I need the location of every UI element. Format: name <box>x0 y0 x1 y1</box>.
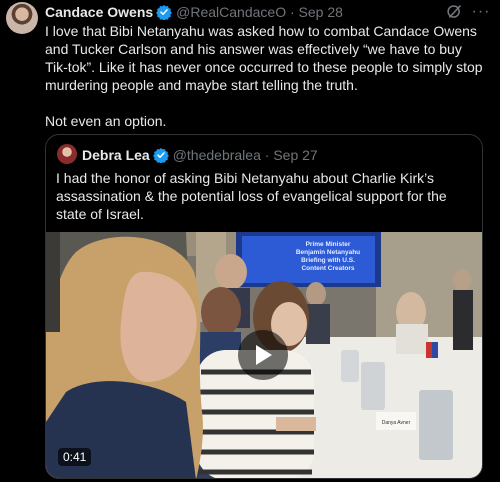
quoted-tweet[interactable]: Debra Lea @thedebralea · Sep 27 I had the… <box>45 134 483 479</box>
more-horizontal-icon[interactable]: ··· <box>470 3 492 20</box>
quoted-tweet-text: I had the honor of asking Bibi Netanyahu… <box>56 170 447 222</box>
quoted-tweet-header: Debra Lea @thedebralea · Sep 27 <box>82 146 318 167</box>
play-icon <box>256 345 272 365</box>
quoted-tweet-date[interactable]: Sep 27 <box>273 147 317 163</box>
author-handle[interactable]: @RealCandaceO <box>176 4 286 20</box>
separator: · <box>289 4 295 20</box>
grok-icon[interactable] <box>446 3 463 20</box>
quoted-author-handle[interactable]: @thedebralea <box>173 147 261 163</box>
author-name[interactable]: Candace Owens <box>45 4 153 20</box>
tweet[interactable]: Candace Owens @RealCandaceO · Sep 28 ··· … <box>0 0 500 482</box>
verified-badge-icon <box>152 147 169 167</box>
tweet-text: I love that Bibi Netanyahu was asked how… <box>45 23 483 129</box>
tweet-header: Candace Owens @RealCandaceO · Sep 28 <box>45 3 343 24</box>
separator: · <box>264 147 270 163</box>
tweet-date[interactable]: Sep 28 <box>299 4 343 20</box>
quoted-author-avatar[interactable] <box>57 144 77 164</box>
video-duration: 0:41 <box>58 448 92 466</box>
verified-badge-icon <box>156 4 173 24</box>
place-card-text: Danya Avner <box>382 420 411 426</box>
video-player[interactable]: Prime Minister Benjamin Netanyahu Briefing… <box>46 232 482 478</box>
author-avatar[interactable] <box>6 2 38 34</box>
quoted-author-name[interactable]: Debra Lea <box>82 147 150 163</box>
play-button[interactable] <box>238 330 288 380</box>
